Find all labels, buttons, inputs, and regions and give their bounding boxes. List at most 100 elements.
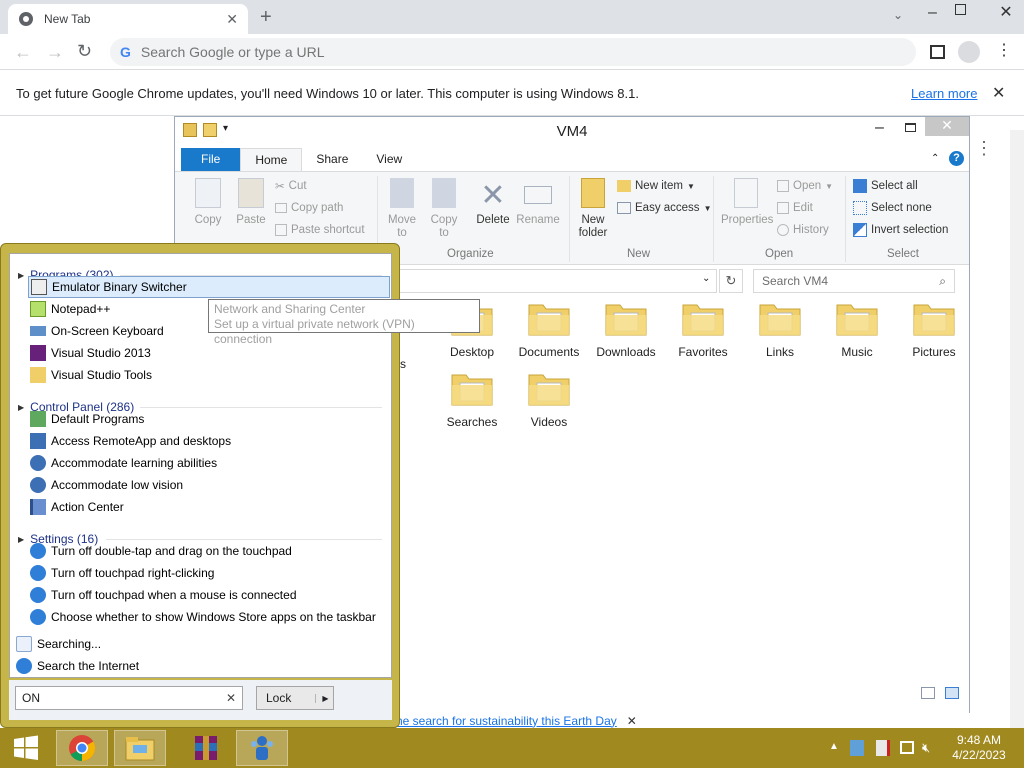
action-center-flag-icon[interactable] [876, 740, 890, 756]
folder-music[interactable]: Music [822, 293, 892, 359]
restore-button[interactable] [955, 4, 966, 15]
copy-to-button[interactable]: Copy to [427, 178, 461, 240]
paste-shortcut-button[interactable]: Paste shortcut [275, 220, 365, 240]
taskbar-file-explorer[interactable] [114, 730, 166, 766]
start-search-input[interactable]: ON ✕ [15, 686, 243, 710]
reload-icon[interactable]: ↻ [77, 41, 92, 62]
power-options-arrow-icon[interactable]: ▶ [315, 693, 329, 703]
exp-minimize-button[interactable]: – [875, 119, 884, 137]
infobar-close-icon[interactable]: ✕ [992, 83, 1005, 103]
start-button[interactable] [0, 730, 52, 766]
select-all-button[interactable]: Select all [853, 176, 918, 196]
search-result-item[interactable]: Action Center [28, 496, 390, 518]
search-result-item[interactable]: Emulator Binary Switcher [28, 276, 390, 298]
close-tab-icon[interactable]: ✕ [226, 11, 238, 28]
search-result-item[interactable]: Access RemoteApp and desktops [28, 430, 390, 452]
profile-avatar[interactable] [958, 41, 980, 63]
wifi-tray-icon[interactable] [900, 741, 914, 754]
page-scrollbar[interactable] [1010, 130, 1024, 728]
videos-folder-icon [525, 363, 573, 411]
page-menu-icon[interactable]: ⋮ [975, 138, 993, 159]
paste-button[interactable]: Paste [233, 178, 269, 227]
omnibox[interactable]: G [110, 38, 916, 66]
clear-search-icon[interactable]: ✕ [226, 691, 236, 705]
folder-searches[interactable]: Searches [437, 363, 507, 429]
tab-search-icon[interactable]: ⌄ [893, 8, 903, 22]
back-icon[interactable]: ← [14, 42, 32, 63]
move-to-button[interactable]: Move to [385, 178, 419, 240]
details-view-icon[interactable] [921, 687, 935, 699]
taskbar-chrome[interactable] [56, 730, 108, 766]
scissors-icon: ✂ [275, 181, 285, 193]
cut-button[interactable]: ✂ Cut [275, 176, 307, 196]
ease-of-access-icon [30, 477, 46, 493]
volume-muted-icon[interactable]: 🔇︎ [922, 740, 930, 756]
new-item-button[interactable]: New item ▼ [617, 176, 695, 196]
tab-new-tab[interactable]: New Tab ✕ [8, 4, 248, 34]
omnibox-input[interactable] [140, 44, 841, 60]
folder-pictures[interactable]: Pictures [899, 293, 969, 359]
system-clock[interactable]: 9:48 AM 4/22/2023 [944, 733, 1014, 763]
edit-icon [777, 202, 789, 214]
large-icons-view-icon[interactable] [945, 687, 959, 699]
search-result-item[interactable]: Default Programs [28, 408, 390, 430]
select-none-button[interactable]: Select none [853, 198, 932, 218]
address-dropdown-icon[interactable]: ⌄ [702, 273, 710, 284]
folder-favorites[interactable]: Favorites [668, 293, 738, 359]
search-internet-item[interactable]: Search the Internet [14, 655, 376, 677]
new-tab-button[interactable]: + [260, 6, 272, 29]
ribbon-tab-file[interactable]: File [181, 148, 241, 171]
minimize-button[interactable]: – [928, 4, 937, 22]
ribbon-tab-home[interactable]: Home [240, 148, 303, 171]
help-icon[interactable]: ? [949, 151, 964, 166]
exp-close-button[interactable]: ✕ [925, 117, 969, 136]
search-result-item[interactable]: Turn off touchpad right-clicking [28, 562, 390, 584]
history-button[interactable]: History [777, 220, 829, 240]
favorites-folder-icon [679, 293, 727, 341]
folder-links[interactable]: Links [745, 293, 815, 359]
close-window-button[interactable]: ✕ [988, 2, 1024, 22]
edit-button[interactable]: Edit [777, 198, 813, 218]
copy-path-button[interactable]: Copy path [275, 198, 343, 218]
learn-more-link[interactable]: Learn more [911, 86, 977, 101]
more-menu-icon[interactable]: ⋮ [996, 40, 1012, 60]
ribbon-collapse-icon[interactable]: ⌃ [931, 153, 939, 164]
select-none-icon [853, 201, 867, 215]
properties-button[interactable]: Properties [721, 178, 773, 227]
network-tray-icon[interactable] [850, 740, 864, 756]
exp-maximize-button[interactable] [905, 123, 916, 132]
folder-videos[interactable]: Videos [514, 363, 584, 429]
lock-button[interactable]: Lock ▶ [256, 686, 334, 710]
delete-button[interactable]: ✕ Delete [473, 178, 513, 227]
open-button[interactable]: Open ▼ [777, 176, 833, 196]
new-folder-button[interactable]: New folder [575, 178, 611, 240]
address-bar[interactable] [399, 269, 717, 293]
earth-day-link[interactable]: he search for sustainability this Earth … [396, 714, 617, 728]
search-result-item[interactable]: Turn off double-tap and drag on the touc… [28, 540, 390, 562]
search-result-item[interactable]: Accommodate learning abilities [28, 452, 390, 474]
search-result-item[interactable]: Visual Studio Tools [28, 364, 390, 386]
copy-button[interactable]: Copy [191, 178, 225, 227]
searching-item[interactable]: Searching... [14, 633, 376, 655]
easy-access-button[interactable]: Easy access ▼ [617, 198, 711, 218]
rename-button[interactable]: Rename [515, 178, 561, 227]
organize-group-label: Organize [447, 248, 494, 260]
folder-documents[interactable]: Documents [514, 293, 584, 359]
taskbar-network-app[interactable] [236, 730, 288, 766]
ribbon-separator [569, 176, 570, 262]
show-hidden-icons-icon[interactable]: ▲ [829, 741, 839, 752]
ribbon-tab-view[interactable]: View [362, 148, 416, 171]
folder-downloads[interactable]: Downloads [591, 293, 661, 359]
banner-close-icon[interactable]: ✕ [627, 714, 637, 728]
search-result-item[interactable]: Turn off touchpad when a mouse is connec… [28, 584, 390, 606]
explorer-search-box[interactable]: Search VM4 ⌕ [753, 269, 955, 293]
folder-label: Links [765, 345, 794, 359]
taskbar-winrar[interactable] [180, 730, 232, 766]
forward-icon[interactable]: → [46, 42, 64, 63]
search-result-item[interactable]: Choose whether to show Windows Store app… [28, 606, 390, 628]
side-panel-icon[interactable] [930, 45, 945, 59]
search-result-item[interactable]: Accommodate low vision [28, 474, 390, 496]
ribbon-tab-share[interactable]: Share [302, 148, 362, 171]
refresh-button[interactable]: ↻ [719, 269, 743, 293]
invert-selection-button[interactable]: Invert selection [853, 220, 948, 240]
